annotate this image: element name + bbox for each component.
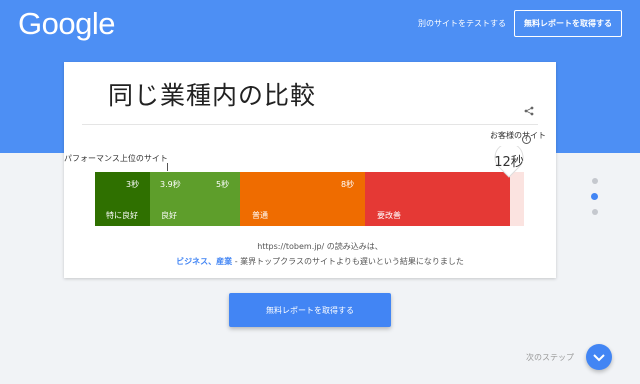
card-title: 同じ業種内の比較 xyxy=(108,81,317,110)
get-free-report-button[interactable]: 無料レポートを取得する xyxy=(229,293,391,327)
segment-value: 5秒 xyxy=(216,180,230,189)
pager-dot-3[interactable] xyxy=(592,209,598,215)
test-other-site-link[interactable]: 別のサイトをテストする xyxy=(418,18,506,29)
pager-dot-1[interactable] xyxy=(592,178,598,184)
segment-value-start: 3.9秒 xyxy=(160,180,181,189)
pager-dot-2-active[interactable] xyxy=(591,193,598,200)
next-step-button[interactable] xyxy=(586,344,612,370)
segment-label: 要改善 xyxy=(377,211,401,220)
segment-average: 8秒 普通 xyxy=(240,172,365,226)
customer-site-label: お客様のサイト xyxy=(490,131,546,140)
get-free-report-header-button[interactable]: 無料レポートを取得する xyxy=(514,10,622,37)
segment-value: 3秒 xyxy=(126,180,140,189)
customer-time-value: 12秒 xyxy=(494,155,524,170)
industry-categories-link[interactable]: ビジネス、産業 xyxy=(176,257,232,266)
top-sites-marker xyxy=(167,163,168,171)
site-url-text: https://tobem.jp/ の読み込みは、 xyxy=(257,242,383,251)
share-icon[interactable] xyxy=(524,106,534,116)
segment-label: 良好 xyxy=(161,211,177,220)
card-divider xyxy=(82,124,538,125)
google-logo[interactable]: Google xyxy=(18,6,115,42)
segment-label: 普通 xyxy=(252,211,268,220)
result-text: - 業界トップクラスのサイトよりも遅いという結果になりました xyxy=(232,257,464,266)
segment-value: 8秒 xyxy=(341,180,355,189)
segment-poor: 要改善 xyxy=(365,172,510,226)
segment-very-good: 3秒 特に良好 xyxy=(95,172,150,226)
segment-good: 3.9秒 5秒 良好 xyxy=(150,172,240,226)
next-step-label: 次のステップ xyxy=(526,353,574,362)
info-icon[interactable]: i xyxy=(522,135,531,144)
chevron-down-icon xyxy=(593,354,605,362)
segment-label: 特に良好 xyxy=(106,211,138,220)
segment-overflow xyxy=(510,172,524,226)
result-description: ビジネス、産業 - 業界トップクラスのサイトよりも遅いという結果になりました xyxy=(0,256,640,267)
top-sites-label: パフォーマンス上位のサイト xyxy=(64,154,168,163)
